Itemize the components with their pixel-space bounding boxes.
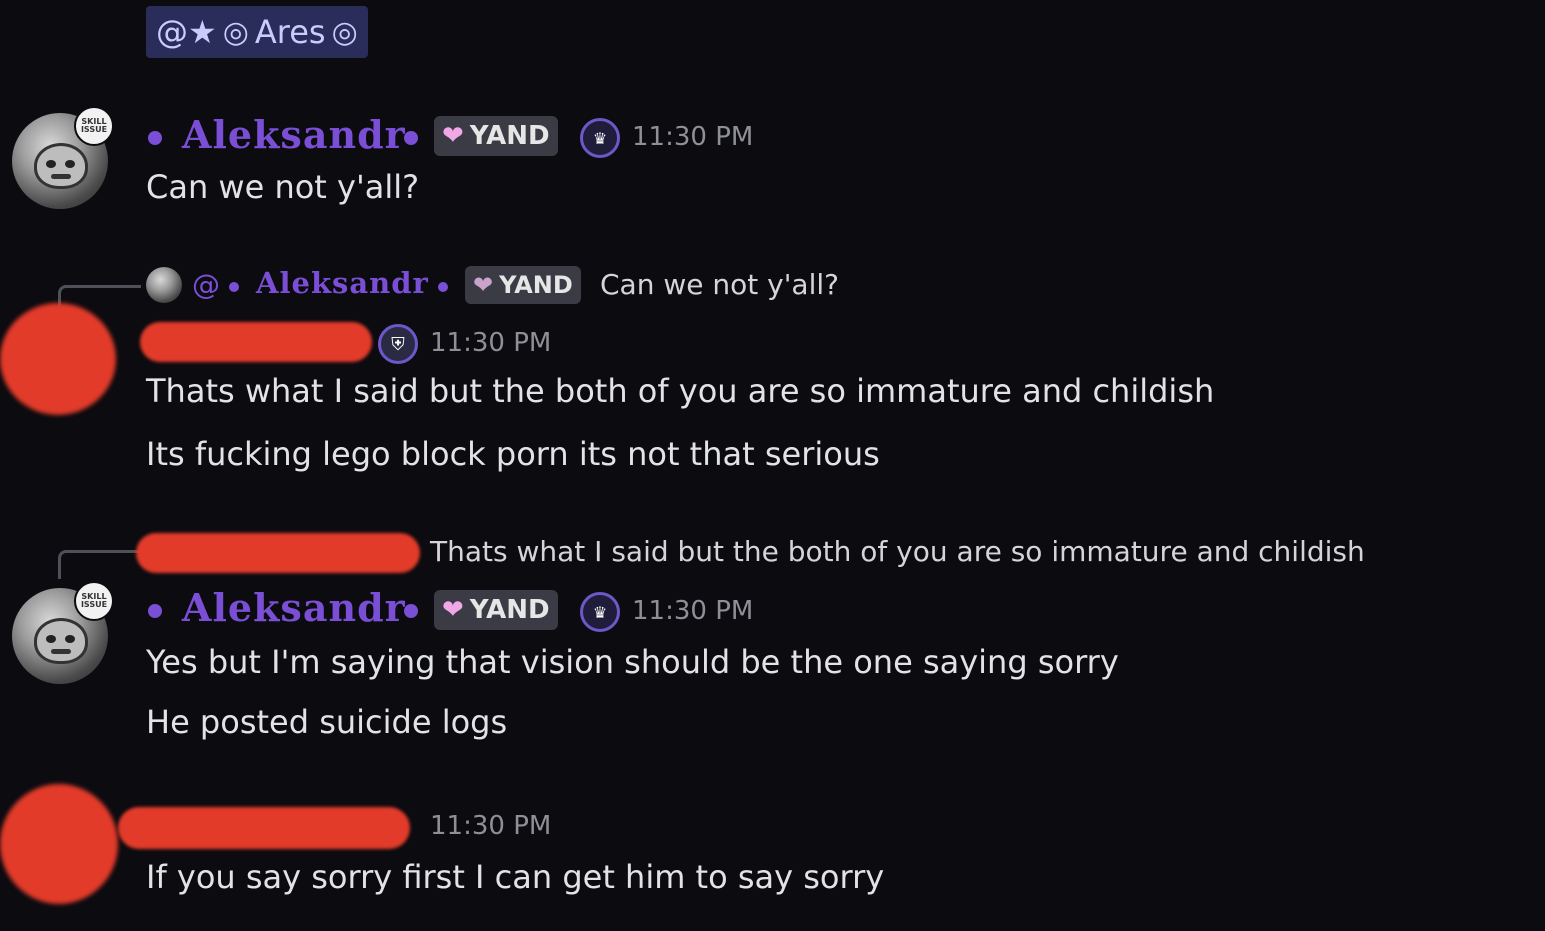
avatar-face <box>34 618 88 664</box>
username-dot <box>229 282 239 292</box>
server-tag-label: YAND <box>469 595 550 625</box>
message-text: He posted suicide logs <box>146 703 508 741</box>
username-dot <box>438 282 448 292</box>
avatar-decoration-icon: SKILL ISSUE <box>74 106 114 146</box>
username[interactable]: Aleksandr <box>182 112 406 157</box>
swirl-icon: ◎ <box>222 14 249 50</box>
username-dot <box>404 131 418 145</box>
heart-icon: ❤ <box>442 121 464 151</box>
heart-icon: ❤ <box>473 271 494 299</box>
username-dot <box>148 131 162 145</box>
message-text: Can we not y'all? <box>146 168 420 206</box>
message-text: If you say sorry first I can get him to … <box>146 858 885 896</box>
reply-connector <box>58 550 141 579</box>
redacted-avatar <box>0 303 116 415</box>
username[interactable]: Aleksandr <box>182 585 406 630</box>
timestamp[interactable]: 11:30 PM <box>430 811 551 841</box>
server-tag-label: YAND <box>469 121 550 151</box>
message-text: Yes but I'm saying that vision should be… <box>146 643 1119 681</box>
username-dot <box>148 604 162 618</box>
reply-avatar <box>146 267 182 303</box>
server-tag[interactable]: ❤ YAND <box>434 590 558 630</box>
timestamp[interactable]: 11:30 PM <box>632 122 753 152</box>
redacted-reply-username <box>136 533 420 573</box>
crown-badge-icon: ♛ <box>580 592 620 632</box>
role-mention-chip[interactable]: @★ ◎ Ares ◎ <box>146 6 368 58</box>
reply-username[interactable]: Aleksandr <box>256 266 429 300</box>
username-dot <box>404 604 418 618</box>
timestamp[interactable]: 11:30 PM <box>430 328 551 358</box>
crown-badge-icon: ♛ <box>580 118 620 158</box>
server-tag-label: YAND <box>499 271 573 299</box>
redacted-username <box>140 322 372 362</box>
mention-name: Ares <box>254 13 326 51</box>
swirl-icon: ◎ <box>331 14 358 50</box>
heart-icon: ❤ <box>442 595 464 625</box>
redacted-username <box>118 807 410 849</box>
server-tag[interactable]: ❤ YAND <box>434 116 558 156</box>
redacted-avatar <box>0 784 118 904</box>
avatar-decoration-icon: SKILL ISSUE <box>74 581 114 621</box>
reply-mention-prefix: @ <box>192 268 220 301</box>
timestamp[interactable]: 11:30 PM <box>632 596 753 626</box>
message-text: Its fucking lego block porn its not that… <box>146 435 880 473</box>
shield-badge-icon: ⛨ <box>378 324 418 364</box>
mention-prefix: @★ <box>156 13 217 51</box>
reply-preview-text[interactable]: Can we not y'all? <box>600 268 839 301</box>
reply-server-tag: ❤ YAND <box>465 266 581 304</box>
message-text: Thats what I said but the both of you ar… <box>146 372 1215 410</box>
avatar-face <box>34 143 88 189</box>
reply-preview-text[interactable]: Thats what I said but the both of you ar… <box>430 535 1365 568</box>
